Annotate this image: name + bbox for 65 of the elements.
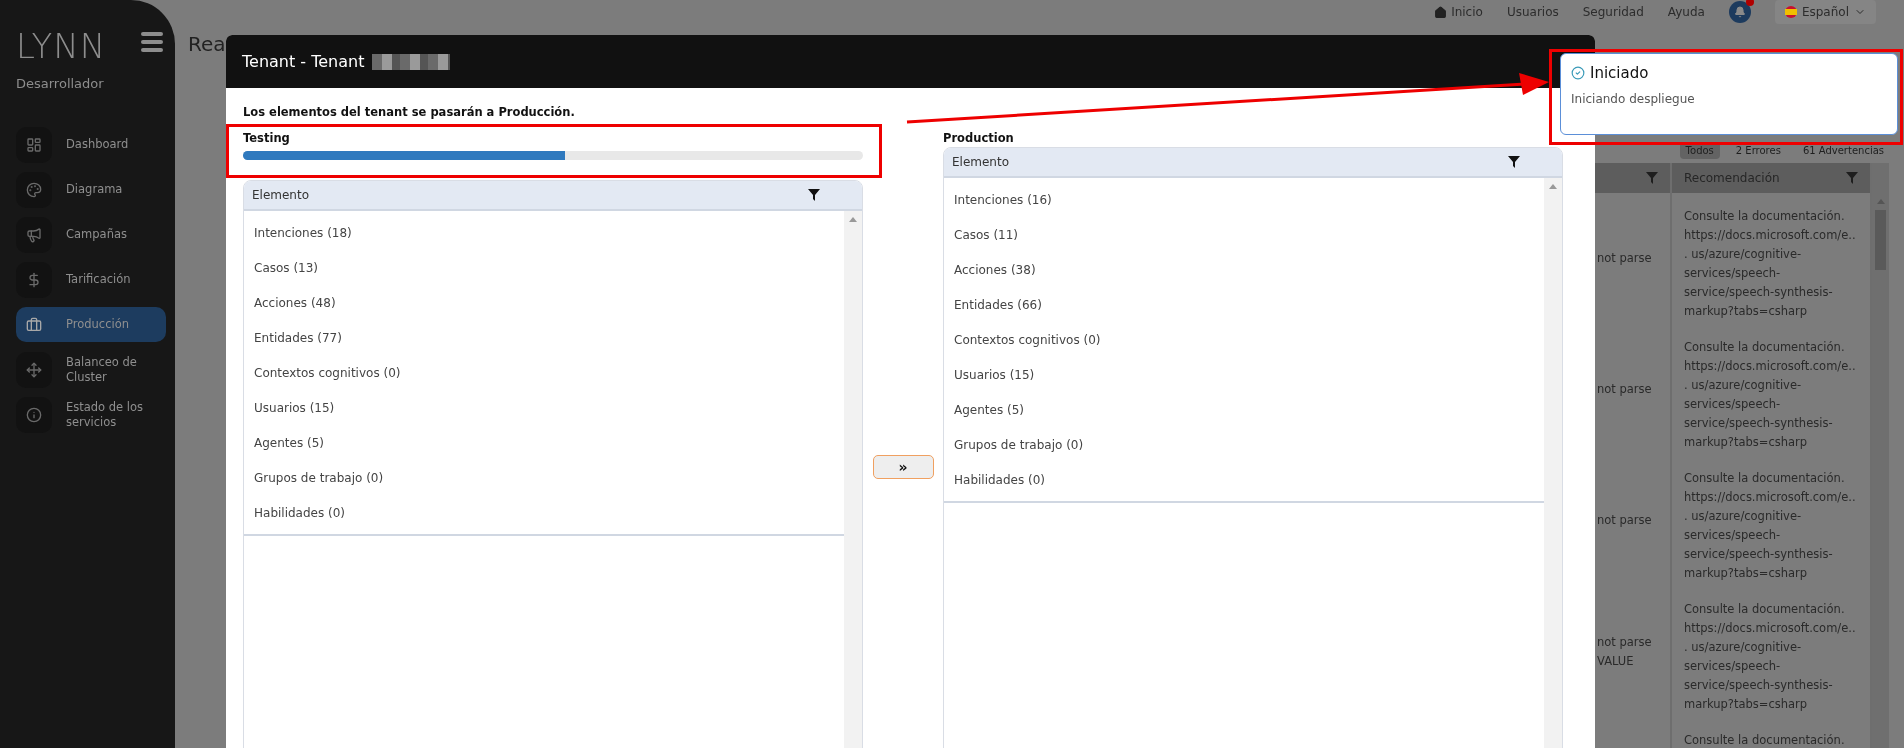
nav-item[interactable]: Dashboard [16,127,166,162]
nav-icon [16,351,52,388]
nav-icon [16,261,52,298]
nav-item[interactable]: Diagrama [16,172,166,207]
list-item[interactable]: Casos (11) [944,217,1544,252]
nav-item[interactable]: Producción [16,307,166,342]
check-icon [1571,66,1585,80]
toast-title: Iniciado [1590,64,1649,82]
list-item[interactable]: Acciones (48) [244,285,844,320]
list-item[interactable]: Grupos de trabajo (0) [244,460,844,495]
scrollbar[interactable] [844,211,862,748]
bell-icon [1733,6,1746,18]
table-cell: Consulte la documentación. https://docs.microsoft.com/e... us/azure/cognitive-services/speech-service/speech-synthesis-markup?tabs=csharp [1672,455,1872,586]
scroll-up-icon[interactable] [1876,199,1885,204]
list-item[interactable]: Acciones (38) [944,252,1544,287]
column-header[interactable]: Elemento [944,148,1562,178]
section-label: Testing [243,131,291,145]
list-item[interactable]: Habilidades (0) [944,462,1544,497]
list-item[interactable]: Usuarios (15) [944,357,1544,392]
list-item[interactable]: Agentes (5) [244,425,844,460]
scrollbar[interactable] [1544,178,1562,748]
filter-tab[interactable]: 2 Errores [1729,141,1787,159]
scrollbar[interactable] [1872,163,1889,748]
list-item[interactable]: Contextos cognitivos (0) [944,322,1544,357]
list-item[interactable]: Entidades (77) [244,320,844,355]
list-item[interactable]: Entidades (66) [944,287,1544,322]
logo: LYNN [16,26,107,66]
flag-icon [1784,6,1797,18]
section-label: Production [943,131,1015,145]
nav-item[interactable]: Tarificación [16,262,166,297]
list-item[interactable]: Agentes (5) [944,392,1544,427]
list-item[interactable]: Casos (13) [244,250,844,285]
filter-icon[interactable] [808,189,820,201]
filter-tab[interactable]: 61 Advertencias [1796,141,1890,159]
transfer-button[interactable]: » [872,455,934,479]
list-item[interactable]: Contextos cognitivos (0) [244,355,844,390]
nav-icon [16,396,52,433]
nav-item[interactable]: Campañas [16,217,166,252]
nav-item[interactable]: Estado de los servicios [16,397,166,432]
home-icon [1434,5,1448,19]
list-item[interactable]: Intenciones (18) [244,215,844,250]
column-header[interactable]: Elemento [244,181,862,211]
list-item[interactable]: Habilidades (0) [244,495,844,530]
language-dropdown[interactable]: Español [1774,0,1876,24]
page-title: Rea [188,32,226,58]
table-cell: Consulte la documentación. [1672,717,1872,748]
scroll-up-icon[interactable] [1549,184,1557,189]
user-role: Desarrollador [16,76,105,91]
nav-icon [16,126,52,163]
scroll-up-icon[interactable] [849,217,857,222]
list-item[interactable]: Intenciones (16) [944,182,1544,217]
list-item[interactable]: Grupos de trabajo (0) [944,427,1544,462]
nav-item[interactable]: Balanceo de Cluster [16,352,166,387]
info-message: Los elementos del tenant se pasarán a Producción. [243,105,576,119]
nav-icon [16,216,52,253]
table-cell: Consulte la documentación. https://docs.microsoft.com/e... us/azure/cognitive-services/speech-service/speech-synthesis-markup?tabs=csharp [1672,586,1872,717]
nav-icon [16,171,52,208]
notification-button[interactable] [1728,1,1751,23]
table-cell: Consulte la documentación. https://docs.microsoft.com/e... us/azure/cognitive-services/speech-service/speech-synthesis-markup?tabs=csharp [1672,324,1872,455]
filter-icon[interactable] [1508,156,1520,168]
table-cell: Consulte la documentación. https://docs.microsoft.com/e... us/azure/cognitive-services/speech-service/speech-synthesis-markup?tabs=csharp [1672,193,1872,324]
toast-message: Iniciando despliegue [1571,92,1696,106]
menu-icon[interactable] [141,32,163,52]
modal-title: Tenant - Tenant [242,52,365,71]
list-item[interactable]: Usuarios (15) [244,390,844,425]
